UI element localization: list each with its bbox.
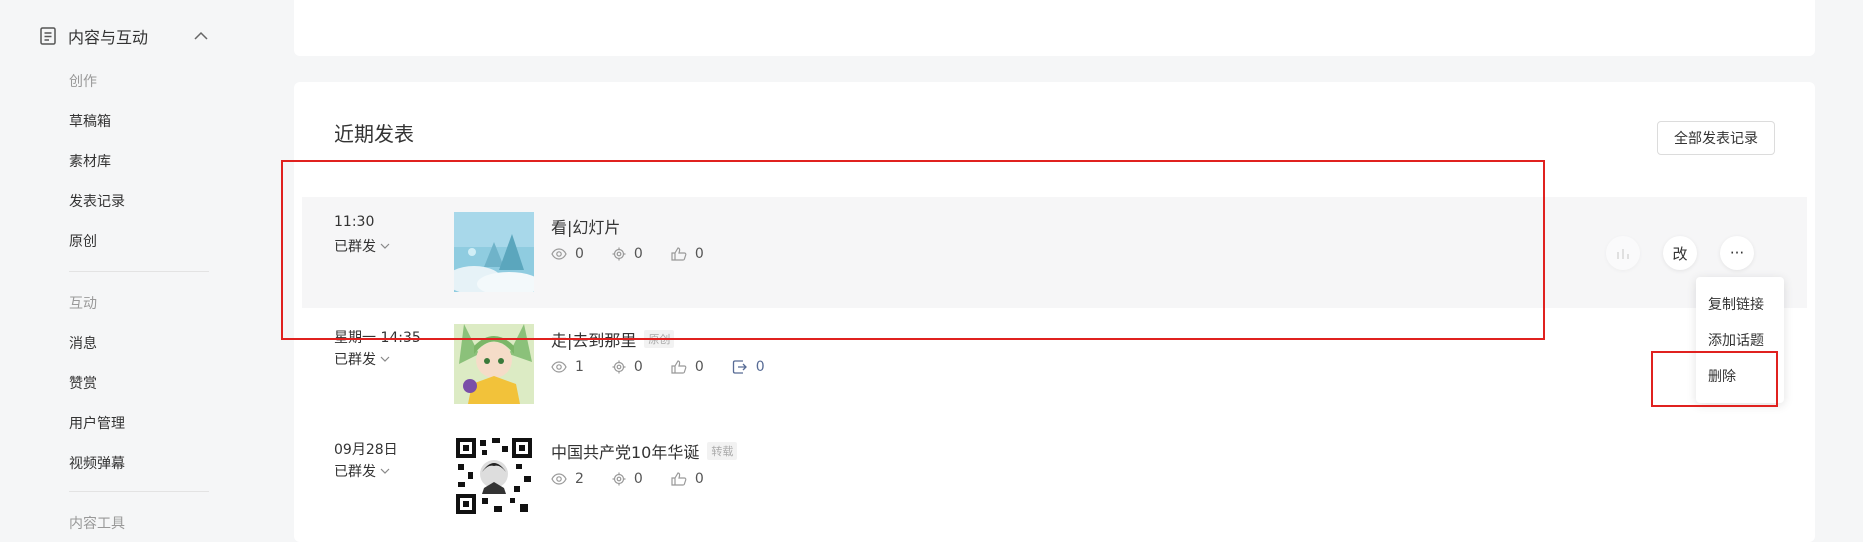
document-icon xyxy=(40,27,56,45)
sidebar-divider xyxy=(69,491,209,492)
more-button[interactable]: ··· xyxy=(1720,236,1754,270)
gear-icon xyxy=(612,360,626,374)
likes-count: 0 xyxy=(694,359,704,375)
chevron-down-icon xyxy=(380,356,390,362)
all-records-button[interactable]: 全部发表记录 xyxy=(1657,121,1775,155)
edit-button[interactable]: 改 xyxy=(1663,236,1697,270)
menu-item-add-topic[interactable]: 添加话题 xyxy=(1708,330,1764,350)
post-status[interactable]: 已群发 xyxy=(334,349,391,369)
sidebar-item-video-danmaku[interactable]: 视频弹幕 xyxy=(69,453,125,473)
sidebar-divider xyxy=(69,271,209,272)
post-status-label: 已群发 xyxy=(334,464,376,480)
post-status[interactable]: 已群发 xyxy=(334,461,391,481)
sidebar-item-messages[interactable]: 消息 xyxy=(69,333,97,353)
post-status-label: 已群发 xyxy=(334,352,376,368)
highlight-box-post-row xyxy=(281,160,1545,340)
views-count: 1 xyxy=(575,359,584,375)
shares-count: 0 xyxy=(633,471,643,487)
views-stat: 2 xyxy=(551,471,584,487)
post-title-text: 中国共产党10年华诞 xyxy=(551,443,700,462)
gear-icon xyxy=(612,472,626,486)
shares-count: 0 xyxy=(633,359,643,375)
eye-icon xyxy=(551,361,567,373)
post-time: 09月28日 xyxy=(334,442,398,458)
post-thumbnail[interactable] xyxy=(454,436,534,516)
likes-stat: 0 xyxy=(671,359,704,375)
post-title[interactable]: 中国共产党10年华诞 转载 xyxy=(551,439,738,463)
sidebar-section-label: 内容与互动 xyxy=(68,28,149,47)
views-count: 2 xyxy=(575,471,584,487)
chevron-down-icon xyxy=(380,468,390,474)
thumbs-up-icon xyxy=(671,472,687,486)
sidebar-item-rewards[interactable]: 赞赏 xyxy=(69,373,97,393)
forwards-count: 0 xyxy=(755,359,765,375)
sidebar-item-original[interactable]: 原创 xyxy=(69,231,97,251)
post-stats: 1 0 0 0 xyxy=(551,359,793,375)
eye-icon xyxy=(551,473,567,485)
likes-count: 0 xyxy=(694,471,704,487)
sidebar-item-user-management[interactable]: 用户管理 xyxy=(69,413,125,433)
sidebar-item-drafts[interactable]: 草稿箱 xyxy=(69,111,111,131)
post-stats: 2 0 0 xyxy=(551,471,732,487)
more-icon: ··· xyxy=(1729,244,1745,262)
forwards-stat[interactable]: 0 xyxy=(732,359,765,375)
likes-stat: 0 xyxy=(671,471,704,487)
sidebar-item-publish-records[interactable]: 发表记录 xyxy=(69,191,125,211)
repost-badge: 转载 xyxy=(707,442,738,460)
sidebar-group-content-tools: 内容工具 xyxy=(69,516,125,532)
top-card xyxy=(294,0,1815,56)
sidebar-group-create: 创作 xyxy=(69,74,97,90)
stats-button[interactable] xyxy=(1606,236,1640,270)
sidebar-item-materials[interactable]: 素材库 xyxy=(69,151,111,171)
menu-item-copy-link[interactable]: 复制链接 xyxy=(1708,294,1764,314)
sidebar-group-interaction: 互动 xyxy=(69,296,97,312)
sidebar-section-content-interaction[interactable]: 内容与互动 xyxy=(40,24,210,48)
forward-icon xyxy=(732,360,747,374)
sidebar: 内容与互动 创作 草稿箱 素材库 发表记录 原创 互动 消息 赞赏 用户管理 视… xyxy=(0,0,262,532)
thumbs-up-icon xyxy=(671,360,687,374)
edit-button-label: 改 xyxy=(1672,244,1688,263)
chevron-up-icon[interactable] xyxy=(192,27,210,45)
bar-chart-icon xyxy=(1617,249,1629,259)
shares-stat: 0 xyxy=(612,359,643,375)
recent-posts-title: 近期发表 xyxy=(334,122,414,146)
highlight-box-delete xyxy=(1651,351,1778,407)
shares-stat: 0 xyxy=(612,471,643,487)
views-stat: 1 xyxy=(551,359,584,375)
